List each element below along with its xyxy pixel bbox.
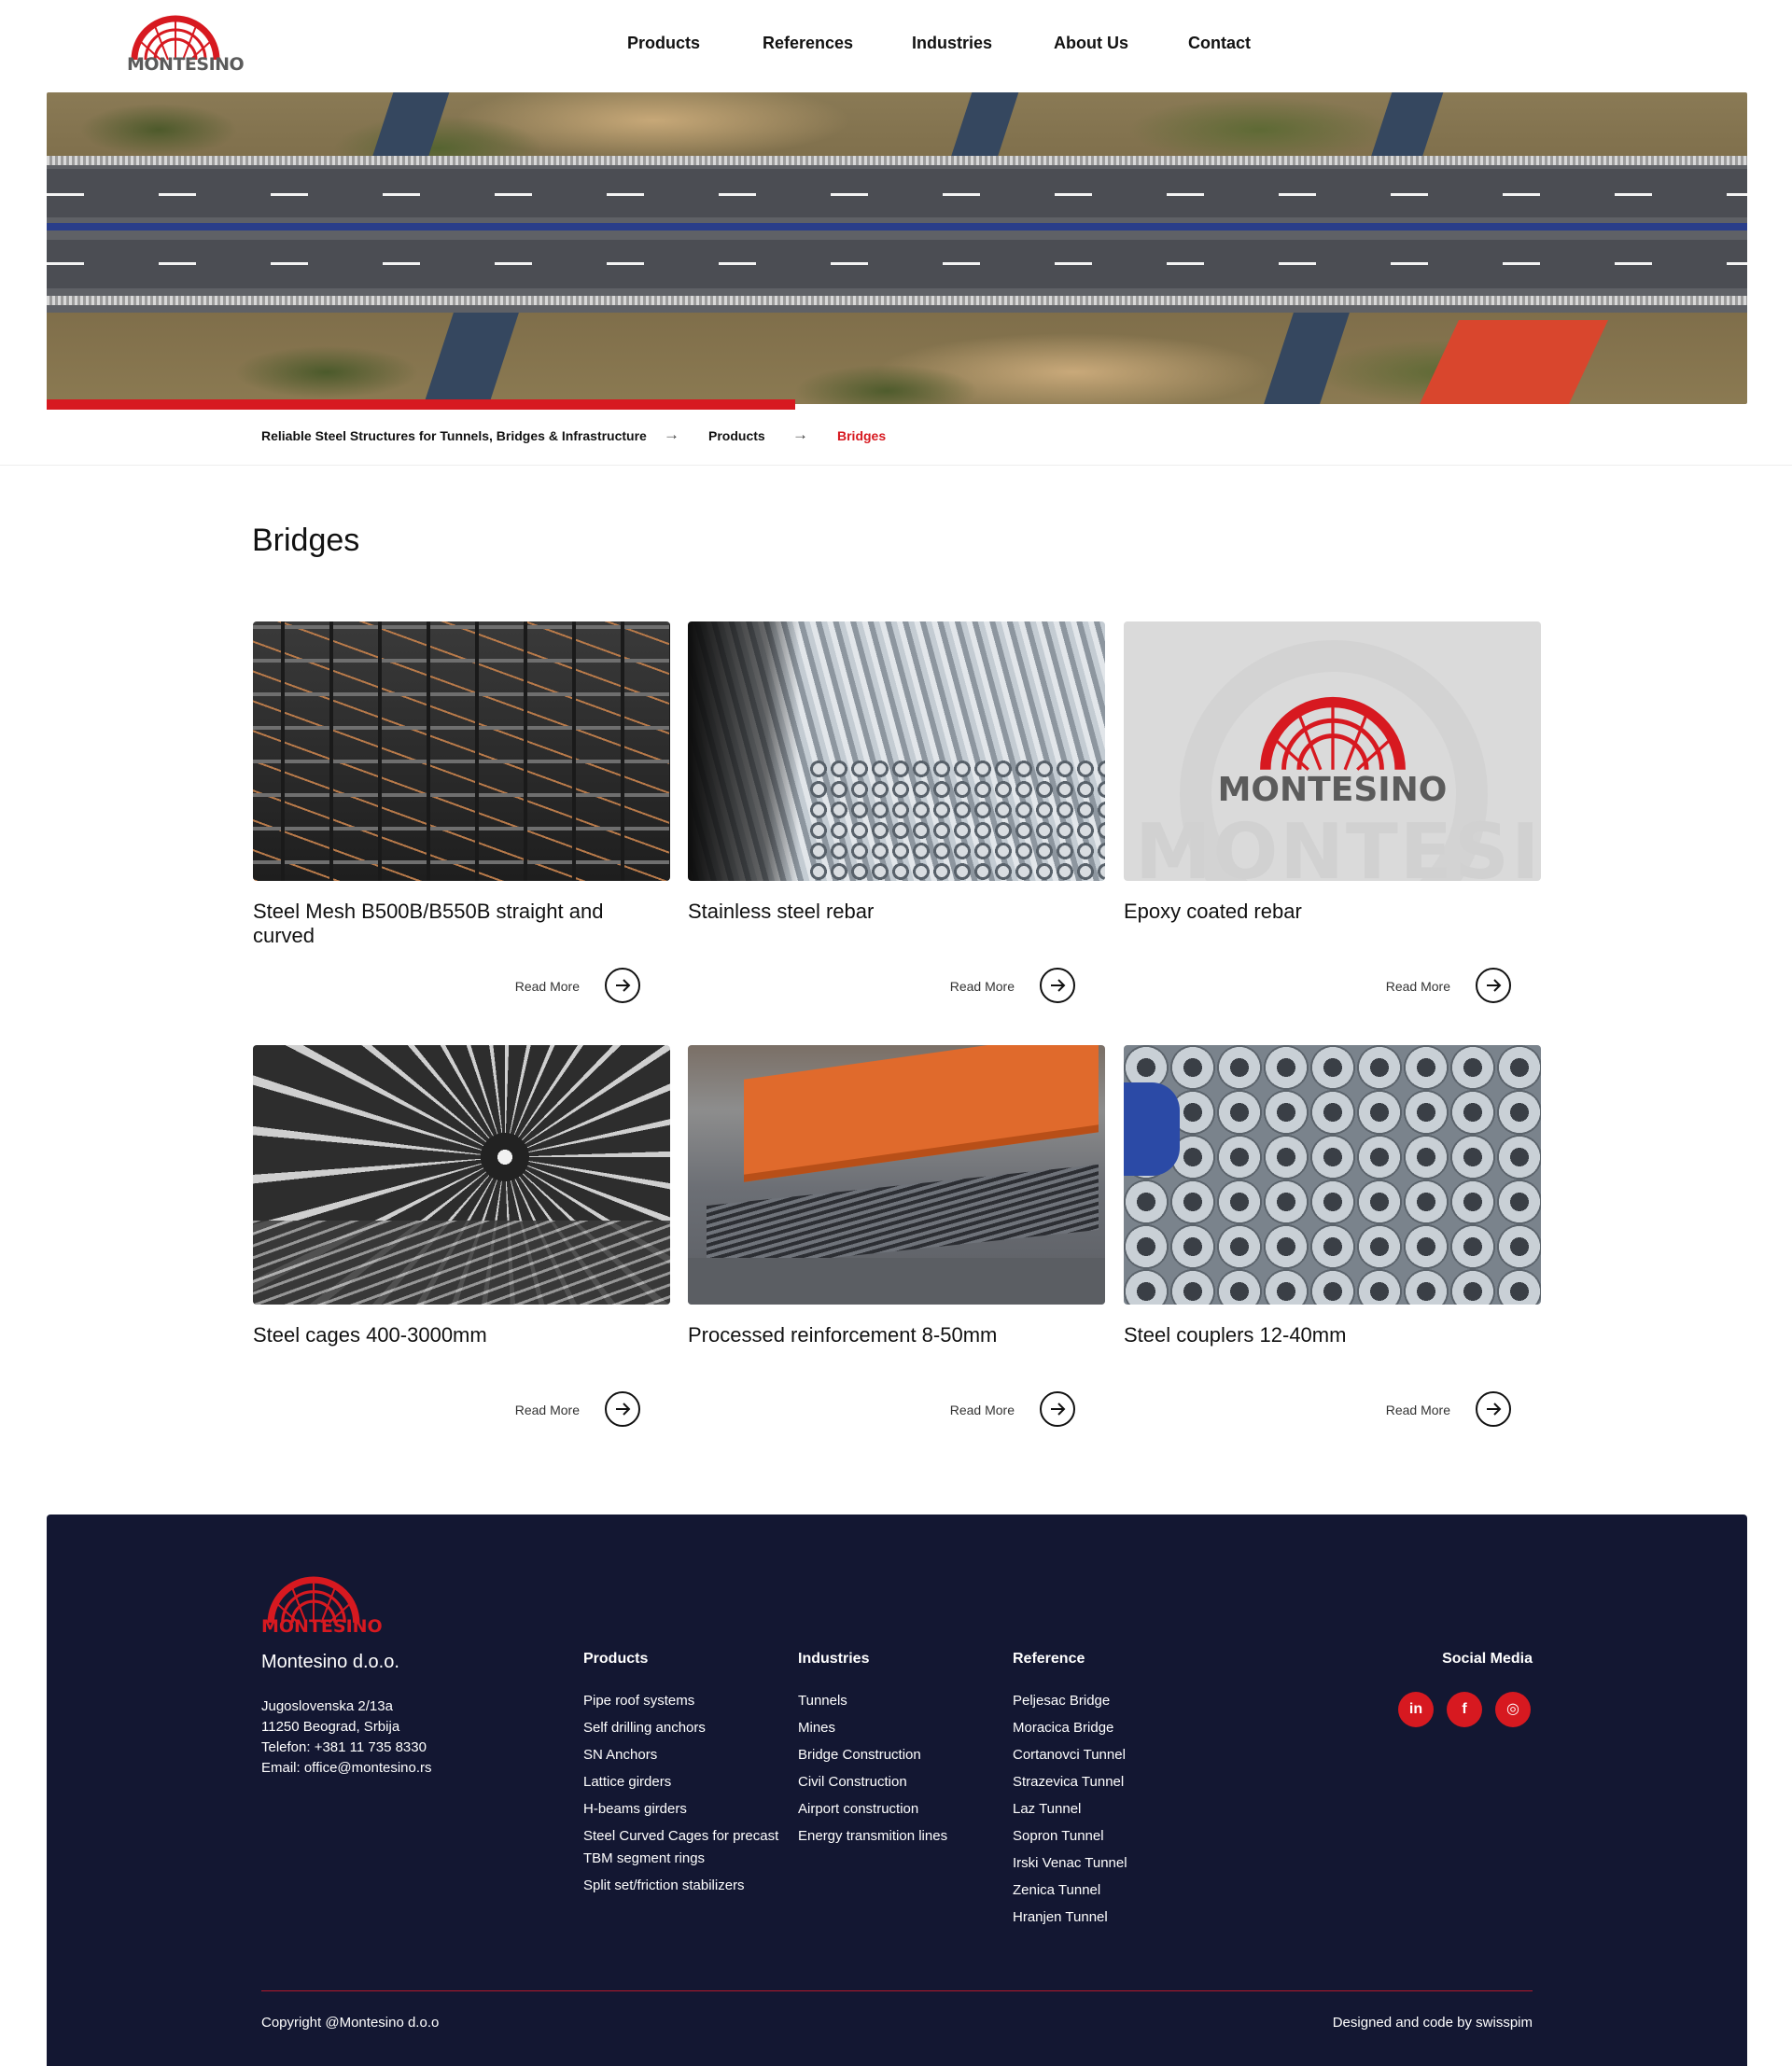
- footer-link[interactable]: Moracica Bridge: [1013, 1717, 1199, 1739]
- arrow-right-circle-icon[interactable]: [605, 1391, 640, 1427]
- arrow-right-icon: →: [792, 426, 808, 443]
- footer-link[interactable]: Airport construction: [798, 1798, 985, 1821]
- nav-about-us[interactable]: About Us: [1054, 34, 1128, 53]
- product-card[interactable]: Processed reinforcement 8-50mm Read More: [688, 1045, 1105, 1456]
- breadcrumb-home[interactable]: Reliable Steel Structures for Tunnels, B…: [261, 428, 647, 443]
- arrow-right-circle-icon[interactable]: [605, 968, 640, 1003]
- read-more-link[interactable]: Read More: [1386, 979, 1450, 994]
- address-line: 11250 Beograd, Srbija: [261, 1719, 400, 1735]
- arrow-right-circle-icon[interactable]: [1040, 968, 1075, 1003]
- product-card[interactable]: Steel couplers 12-40mm Read More: [1124, 1045, 1541, 1456]
- footer-link[interactable]: Sopron Tunnel: [1013, 1825, 1199, 1848]
- product-image[interactable]: [1124, 1045, 1541, 1305]
- product-image[interactable]: [253, 621, 670, 881]
- arrow-right-circle-icon[interactable]: [1476, 1391, 1511, 1427]
- breadcrumb-current: Bridges: [837, 428, 887, 443]
- site-footer: MONTESINO Montesino d.o.o. Jugoslovenska…: [47, 1515, 1747, 2066]
- breadcrumb-products[interactable]: Products: [708, 428, 765, 443]
- nav-products[interactable]: Products: [627, 34, 700, 53]
- logo-arc-icon: [1260, 696, 1406, 771]
- arrow-right-circle-icon[interactable]: [1040, 1391, 1075, 1427]
- nav-industries[interactable]: Industries: [912, 34, 992, 53]
- arrow-right-icon: →: [664, 426, 679, 443]
- footer-link[interactable]: Self drilling anchors: [583, 1717, 779, 1739]
- footer-reference-column: Reference Peljesac Bridge Moracica Bridg…: [1013, 1651, 1199, 1933]
- read-more-link[interactable]: Read More: [1386, 1403, 1450, 1417]
- instagram-icon[interactable]: ◎: [1495, 1692, 1531, 1727]
- footer-industries-column: Industries Tunnels Mines Bridge Construc…: [798, 1651, 985, 1852]
- nav-contact[interactable]: Contact: [1188, 34, 1251, 53]
- arrow-right-circle-icon[interactable]: [1476, 968, 1511, 1003]
- footer-link[interactable]: Tunnels: [798, 1690, 985, 1712]
- footer-link[interactable]: Lattice girders: [583, 1771, 779, 1794]
- footer-link[interactable]: Laz Tunnel: [1013, 1798, 1199, 1821]
- footer-company-name: Montesino d.o.o.: [261, 1652, 399, 1672]
- facebook-icon[interactable]: f: [1447, 1692, 1482, 1727]
- footer-link[interactable]: Peljesac Bridge: [1013, 1690, 1199, 1712]
- read-more-link[interactable]: Read More: [950, 979, 1015, 994]
- read-more-link[interactable]: Read More: [950, 1403, 1015, 1417]
- product-title[interactable]: Steel couplers 12-40mm: [1124, 1323, 1541, 1347]
- product-card[interactable]: Stainless steel rebar Read More: [688, 621, 1105, 1032]
- product-card[interactable]: Steel Mesh B500B/B550B straight and curv…: [253, 621, 670, 1032]
- footer-copyright: Copyright @Montesino d.o.o: [261, 2015, 440, 2031]
- footer-logo[interactable]: MONTESINO: [261, 1576, 383, 1641]
- product-card[interactable]: Steel cages 400-3000mm Read More: [253, 1045, 670, 1456]
- product-image[interactable]: [688, 1045, 1105, 1305]
- footer-link[interactable]: Strazevica Tunnel: [1013, 1771, 1199, 1794]
- product-image[interactable]: [688, 621, 1105, 881]
- footer-link[interactable]: Hranjen Tunnel: [1013, 1906, 1199, 1929]
- breadcrumb: Reliable Steel Structures for Tunnels, B…: [0, 426, 1792, 466]
- footer-address: Jugoslovenska 2/13a 11250 Beograd, Srbij…: [261, 1696, 432, 1779]
- linkedin-icon[interactable]: in: [1398, 1692, 1434, 1727]
- social-links: in f ◎: [1398, 1692, 1533, 1729]
- read-more-link[interactable]: Read More: [515, 1403, 580, 1417]
- montesino-logo[interactable]: MONTESINO: [127, 15, 245, 77]
- page-title: Bridges: [252, 523, 360, 558]
- nav-references[interactable]: References: [763, 34, 853, 53]
- footer-link[interactable]: Zenica Tunnel: [1013, 1879, 1199, 1902]
- footer-link[interactable]: H-beams girders: [583, 1798, 779, 1821]
- product-title[interactable]: Epoxy coated rebar: [1124, 900, 1541, 924]
- hero-progress-bar: [47, 399, 795, 410]
- footer-link[interactable]: Energy transmition lines: [798, 1825, 985, 1848]
- footer-heading: Social Media: [1442, 1651, 1533, 1667]
- hero-bridge-image: [47, 92, 1747, 404]
- footer-link[interactable]: Irski Venac Tunnel: [1013, 1852, 1199, 1875]
- footer-heading: Industries: [798, 1651, 870, 1667]
- footer-link[interactable]: Civil Construction: [798, 1771, 985, 1794]
- email-line[interactable]: Email: office@montesino.rs: [261, 1758, 432, 1779]
- address-line: Jugoslovenska 2/13a: [261, 1698, 393, 1714]
- product-title[interactable]: Steel Mesh B500B/B550B straight and curv…: [253, 900, 670, 948]
- product-title[interactable]: Stainless steel rebar: [688, 900, 1105, 924]
- product-card[interactable]: MONTESINO MONTESINO Epoxy coated rebar R…: [1124, 621, 1541, 1032]
- product-title[interactable]: Steel cages 400-3000mm: [253, 1323, 670, 1347]
- phone-line[interactable]: Telefon: +381 11 735 8330: [261, 1738, 432, 1758]
- footer-link[interactable]: Bridge Construction: [798, 1744, 985, 1766]
- product-title[interactable]: Processed reinforcement 8-50mm: [688, 1323, 1105, 1347]
- footer-social: Social Media in f ◎: [1398, 1651, 1533, 1727]
- footer-link[interactable]: Pipe roof systems: [583, 1690, 779, 1712]
- footer-link[interactable]: Split set/friction stabilizers: [583, 1875, 779, 1897]
- footer-logo-wordmark: MONTESINO: [261, 1616, 383, 1637]
- footer-products-column: Products Pipe roof systems Self drilling…: [583, 1651, 779, 1902]
- product-image[interactable]: [253, 1045, 670, 1305]
- product-image-placeholder[interactable]: MONTESINO MONTESINO: [1124, 621, 1541, 881]
- footer-link[interactable]: Mines: [798, 1717, 985, 1739]
- site-header: MONTESINO Products References Industries…: [0, 0, 1792, 93]
- footer-divider: [261, 1990, 1533, 1991]
- footer-heading: Products: [583, 1651, 649, 1667]
- footer-heading: Reference: [1013, 1651, 1085, 1667]
- logo-wordmark: MONTESINO: [127, 54, 245, 75]
- footer-link[interactable]: SN Anchors: [583, 1744, 779, 1766]
- read-more-link[interactable]: Read More: [515, 979, 580, 994]
- footer-link[interactable]: Steel Curved Cages for precast TBM segme…: [583, 1825, 779, 1870]
- footer-credit[interactable]: Designed and code by swisspim: [1333, 2015, 1533, 2031]
- footer-link[interactable]: Cortanovci Tunnel: [1013, 1744, 1199, 1766]
